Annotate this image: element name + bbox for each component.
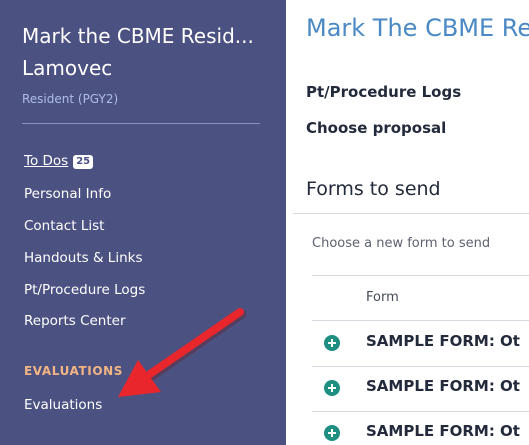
form-name[interactable]: SAMPLE FORM: Ot	[366, 422, 520, 440]
user-name: Mark the CBME Resid... Lamovec	[22, 20, 272, 84]
sidebar-item-label: Personal Info	[24, 186, 112, 202]
form-name[interactable]: SAMPLE FORM: Ot	[366, 377, 520, 395]
sidebar-item-label: Evaluations	[24, 397, 103, 413]
sidebar-item-procedure-logs[interactable]: Pt/Procedure Logs	[24, 282, 145, 298]
plus-circle-icon[interactable]	[324, 335, 340, 351]
table-row: SAMPLE FORM: Ot	[324, 421, 529, 445]
choose-form-text: Choose a new form to send	[312, 236, 491, 251]
sidebar-item-label: Handouts & Links	[24, 250, 143, 266]
form-name[interactable]: SAMPLE FORM: Ot	[366, 332, 520, 350]
sidebar-item-handouts-links[interactable]: Handouts & Links	[24, 250, 142, 266]
sidebar-item-contact-list[interactable]: Contact List	[24, 218, 104, 234]
column-header-form: Form	[366, 290, 399, 305]
plus-circle-icon[interactable]	[324, 380, 340, 396]
table-row: SAMPLE FORM: Ot	[324, 376, 529, 400]
section-divider	[293, 213, 529, 214]
sidebar-item-label: Contact List	[24, 218, 105, 234]
table-row: SAMPLE FORM: Ot	[324, 331, 529, 355]
row-divider	[312, 366, 529, 367]
user-role: Resident (PGY2)	[22, 92, 119, 106]
todo-count-badge: 25	[73, 155, 94, 169]
sidebar-item-label: To Dos	[24, 153, 69, 169]
procedure-logs-link[interactable]: Pt/Procedure Logs	[306, 83, 461, 101]
sidebar-item-reports-center[interactable]: Reports Center	[24, 313, 126, 329]
sidebar-item-todos[interactable]: To Dos 25	[24, 153, 94, 169]
table-header-border	[312, 320, 529, 321]
row-divider	[312, 411, 529, 412]
forms-to-send-title: Forms to send	[306, 178, 441, 200]
sidebar-item-label: Reports Center	[24, 313, 126, 329]
page-title: Mark The CBME Re	[306, 14, 529, 42]
plus-circle-icon[interactable]	[324, 425, 340, 441]
choose-proposal-link[interactable]: Choose proposal	[306, 119, 446, 137]
sidebar-item-personal-info[interactable]: Personal Info	[24, 186, 111, 202]
evaluations-section-heading: EVALUATIONS	[24, 364, 124, 378]
sidebar-divider	[22, 123, 260, 124]
sidebar: Mark the CBME Resid... Lamovec Resident …	[0, 0, 286, 445]
user-name-line1: Mark the CBME Resid...	[22, 24, 254, 48]
user-name-line2: Lamovec	[22, 56, 113, 80]
sidebar-item-evaluations[interactable]: Evaluations	[24, 397, 102, 413]
sidebar-item-label: Pt/Procedure Logs	[24, 282, 146, 298]
table-top-border	[312, 275, 529, 276]
